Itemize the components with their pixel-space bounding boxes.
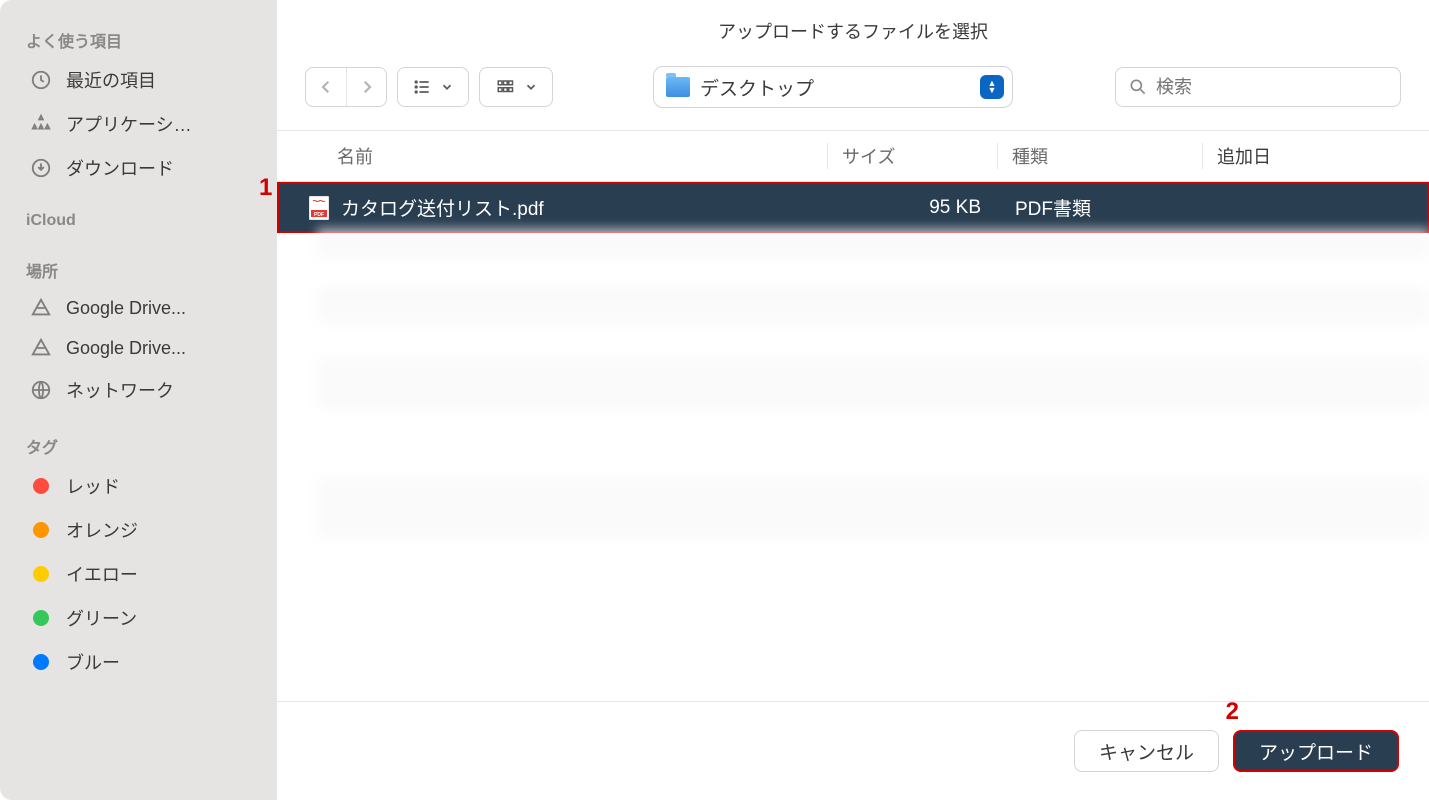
list-icon	[412, 77, 432, 97]
view-list-group	[397, 67, 469, 107]
column-size[interactable]: サイズ	[827, 143, 997, 169]
upload-button[interactable]: アップロード	[1233, 730, 1399, 772]
sidebar-item-label: イエロー	[66, 561, 138, 587]
folder-name: デスクトップ	[700, 74, 970, 101]
network-icon	[30, 379, 52, 401]
sidebar-item-gdrive-1[interactable]: Google Drive...	[0, 288, 277, 328]
download-icon	[30, 157, 52, 179]
toolbar: デスクトップ ▲▼	[277, 56, 1429, 131]
file-row[interactable]: PDF カタログ送付リスト.pdf 95 KB PDF書類	[277, 182, 1429, 233]
sidebar-item-gdrive-2[interactable]: Google Drive...	[0, 328, 277, 368]
file-size: 95 KB	[831, 197, 1001, 219]
main-panel: アップロードするファイルを選択	[277, 0, 1429, 800]
tag-dot-icon	[33, 478, 49, 494]
updown-icon: ▲▼	[980, 75, 1004, 99]
grid-view-button[interactable]	[480, 68, 552, 106]
view-grid-group	[479, 67, 553, 107]
gdrive-icon	[30, 297, 52, 319]
pdf-icon: PDF	[309, 196, 329, 220]
grid-icon	[494, 78, 516, 96]
sidebar-item-recent[interactable]: 最近の項目	[0, 58, 277, 102]
columns-header: 名前 サイズ 種類 追加日	[277, 131, 1429, 182]
locations-header: 場所	[0, 250, 277, 288]
sidebar-item-label: Google Drive...	[66, 298, 186, 319]
window-title: アップロードするファイルを選択	[277, 0, 1429, 56]
sidebar-tag-green[interactable]: グリーン	[0, 596, 277, 640]
apps-icon	[30, 113, 52, 135]
sidebar-item-label: レッド	[66, 473, 120, 499]
sidebar: よく使う項目 最近の項目 アプリケーシ… ダウンロード iCloud 場所 Go…	[0, 0, 277, 800]
sidebar-item-downloads[interactable]: ダウンロード	[0, 146, 277, 190]
sidebar-item-label: オレンジ	[66, 517, 138, 543]
annotation-2: 2	[1226, 698, 1239, 726]
tag-dot-icon	[33, 610, 49, 626]
nav-group	[305, 67, 387, 107]
sidebar-tag-yellow[interactable]: イエロー	[0, 552, 277, 596]
tag-dot-icon	[33, 566, 49, 582]
back-button[interactable]	[306, 68, 346, 106]
tags-header: タグ	[0, 426, 277, 464]
sidebar-item-label: ネットワーク	[66, 377, 174, 403]
folder-icon	[666, 77, 690, 97]
sidebar-tag-orange[interactable]: オレンジ	[0, 508, 277, 552]
file-list: 1 PDF カタログ送付リスト.pdf 95 KB PDF書類	[277, 182, 1429, 701]
forward-button[interactable]	[346, 68, 386, 106]
sidebar-item-label: 最近の項目	[66, 67, 156, 93]
chevron-down-icon	[524, 80, 538, 94]
sidebar-item-label: Google Drive...	[66, 338, 186, 359]
column-kind[interactable]: 種類	[997, 143, 1202, 169]
search-box[interactable]	[1115, 67, 1401, 107]
file-kind: PDF書類	[1001, 194, 1206, 221]
cancel-button[interactable]: キャンセル	[1074, 730, 1219, 772]
folder-selector[interactable]: デスクトップ ▲▼	[653, 66, 1013, 108]
blurred-content	[317, 228, 1429, 701]
favorites-header: よく使う項目	[0, 20, 277, 58]
annotation-1: 1	[259, 174, 272, 202]
clock-icon	[30, 69, 52, 91]
search-icon	[1128, 77, 1148, 97]
file-name: カタログ送付リスト.pdf	[341, 194, 831, 221]
tag-dot-icon	[33, 522, 49, 538]
sidebar-tag-red[interactable]: レッド	[0, 464, 277, 508]
list-view-button[interactable]	[398, 68, 468, 106]
sidebar-item-label: ブルー	[66, 649, 120, 675]
search-input[interactable]	[1156, 77, 1388, 98]
sidebar-item-label: アプリケーシ…	[66, 111, 192, 137]
sidebar-tag-blue[interactable]: ブルー	[0, 640, 277, 684]
chevron-down-icon	[440, 80, 454, 94]
sidebar-item-network[interactable]: ネットワーク	[0, 368, 277, 412]
svg-text:PDF: PDF	[314, 212, 324, 218]
sidebar-item-label: グリーン	[66, 605, 137, 631]
gdrive-icon	[30, 337, 52, 359]
icloud-header: iCloud	[0, 204, 277, 236]
sidebar-item-label: ダウンロード	[66, 155, 174, 181]
column-name[interactable]: 名前	[337, 143, 827, 169]
sidebar-item-applications[interactable]: アプリケーシ…	[0, 102, 277, 146]
column-date-added[interactable]: 追加日	[1202, 143, 1429, 169]
tag-dot-icon	[33, 654, 49, 670]
footer: 2 キャンセル アップロード	[277, 701, 1429, 800]
